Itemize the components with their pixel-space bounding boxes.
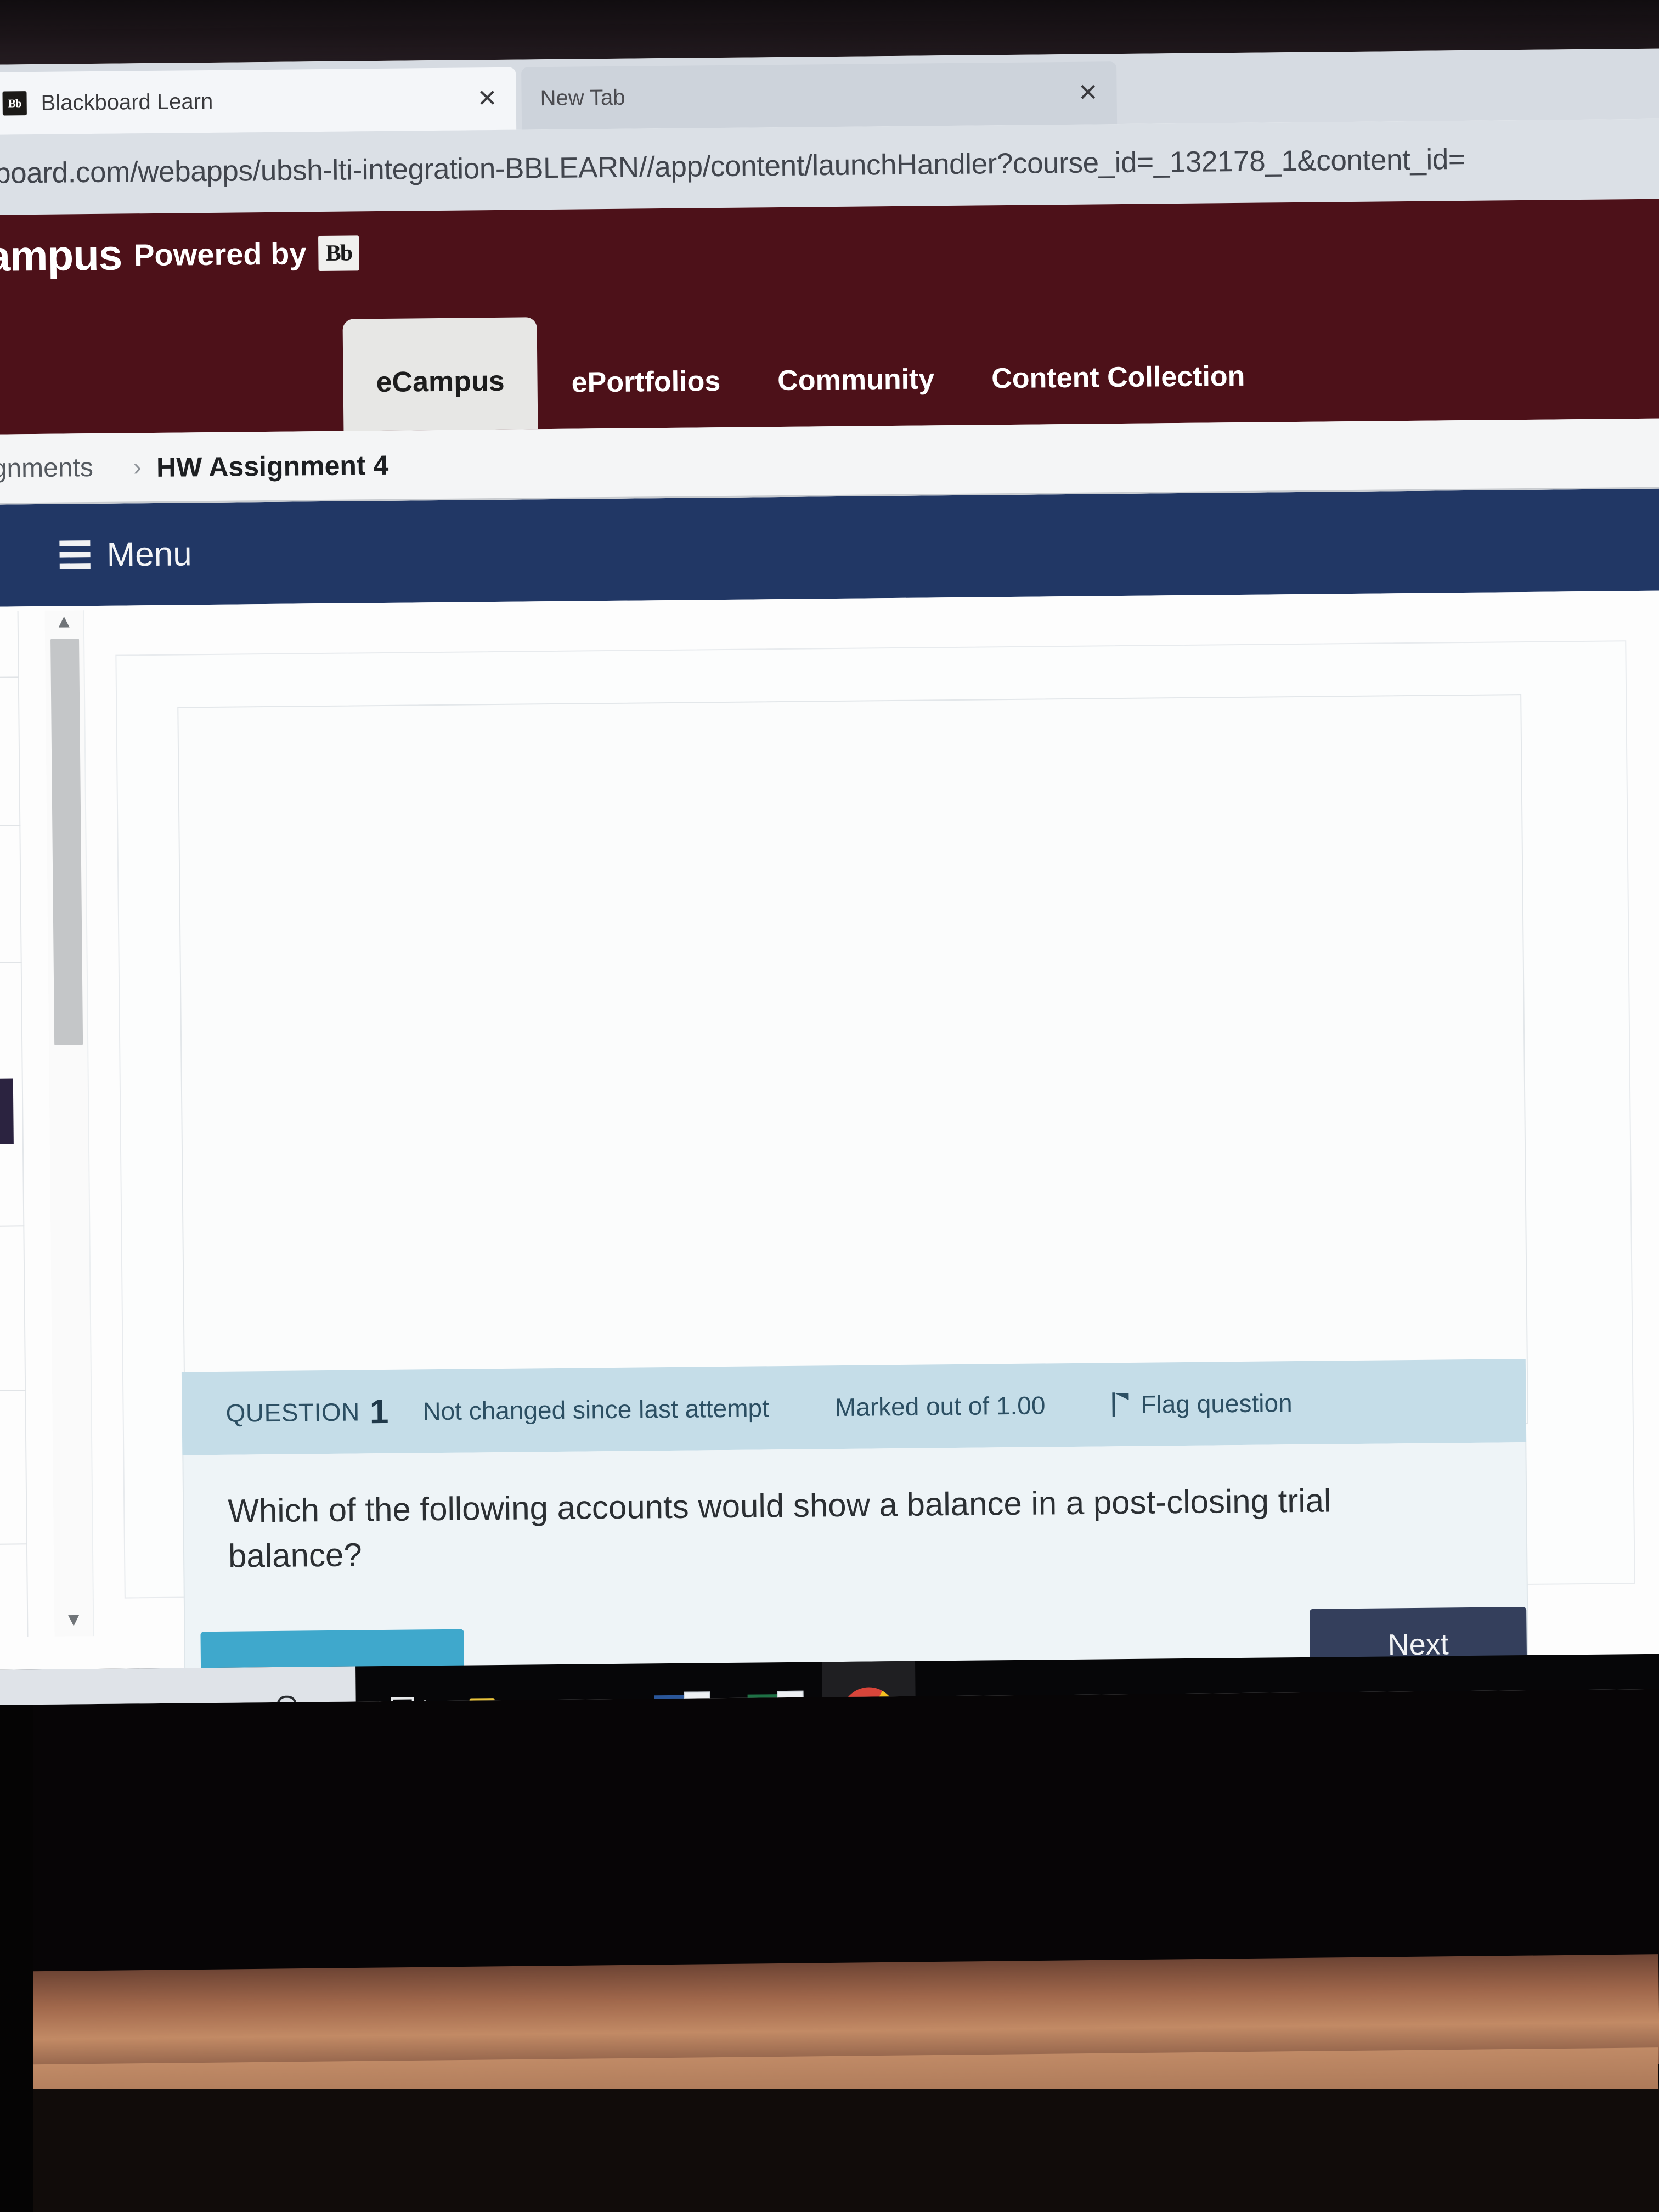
question-header: QUESTION 1 Not changed since last attemp… bbox=[181, 1359, 1527, 1455]
scroll-down-icon[interactable]: ▼ bbox=[54, 1609, 93, 1631]
menu-button-label: Menu bbox=[106, 534, 192, 574]
blackboard-brand: campus Powered by Bb bbox=[0, 228, 359, 281]
background-navy-block bbox=[0, 1078, 14, 1144]
browser-tab-blackboard[interactable]: Bb Blackboard Learn ✕ bbox=[0, 67, 517, 135]
frame-scrollbar[interactable]: ▲ ▼ bbox=[44, 610, 94, 1637]
blackboard-nav-tabs: eCampus ePortfolios Community Content Co… bbox=[342, 310, 1274, 431]
laptop-body bbox=[0, 1705, 1659, 2212]
word-glyph: W bbox=[654, 1695, 685, 1705]
breadcrumb-item-current: HW Assignment 4 bbox=[156, 449, 389, 483]
tab-eportfolios[interactable]: ePortfolios bbox=[543, 365, 749, 430]
excel-glyph: X bbox=[747, 1694, 778, 1705]
blackboard-logo-icon: Bb bbox=[318, 235, 359, 271]
tab-ecampus[interactable]: eCampus bbox=[342, 317, 538, 431]
quiz-page: ▲ ▼ QUESTION 1 Not changed since last at… bbox=[0, 590, 1659, 1671]
address-bar-url[interactable]: ckboard.com/webapps/ubsh-lti-integration… bbox=[0, 143, 1465, 190]
hamburger-icon[interactable] bbox=[59, 540, 91, 569]
taskbar-item-word[interactable]: W bbox=[635, 1663, 730, 1705]
course-menu-bar[interactable]: Menu bbox=[0, 488, 1659, 607]
quiz-frame-inner bbox=[177, 694, 1528, 1437]
taskbar-item-chrome[interactable] bbox=[822, 1661, 916, 1705]
close-icon[interactable]: ✕ bbox=[1077, 79, 1098, 106]
taskbar-item-internet-explorer[interactable]: e bbox=[542, 1664, 636, 1705]
powered-by-label: Powered by bbox=[133, 236, 307, 273]
breadcrumb-item-assignments[interactable]: ssignments bbox=[0, 453, 93, 484]
tab-content-collection[interactable]: Content Collection bbox=[963, 359, 1274, 425]
question-marks: Marked out of 1.00 bbox=[834, 1391, 1046, 1422]
question-state: Not changed since last attempt bbox=[422, 1393, 770, 1426]
close-icon[interactable]: ✕ bbox=[477, 85, 498, 112]
flag-question-label: Flag question bbox=[1141, 1389, 1293, 1419]
browser-tab-new-tab[interactable]: New Tab ✕ bbox=[521, 61, 1118, 130]
tab-community[interactable]: Community bbox=[749, 363, 963, 427]
internet-explorer-icon[interactable]: e bbox=[576, 1687, 602, 1705]
excel-icon[interactable]: X bbox=[747, 1690, 804, 1705]
word-icon[interactable]: W bbox=[654, 1691, 711, 1705]
question-label: QUESTION bbox=[225, 1397, 360, 1427]
browser-tab-title: New Tab bbox=[540, 85, 625, 110]
blackboard-header: campus Powered by Bb eCampus ePortfolios… bbox=[0, 199, 1659, 435]
taskbar-item-excel[interactable]: X bbox=[729, 1662, 823, 1705]
scroll-up-icon[interactable]: ▲ bbox=[45, 610, 83, 633]
taskbar-item-file-explorer[interactable] bbox=[449, 1664, 543, 1705]
file-explorer-icon[interactable] bbox=[469, 1698, 523, 1705]
question-number: 1 bbox=[369, 1392, 389, 1431]
background-page-column bbox=[0, 611, 29, 1637]
brand-name: campus bbox=[0, 230, 122, 281]
flag-question-button[interactable]: Flag question bbox=[1111, 1388, 1293, 1419]
blackboard-favicon: Bb bbox=[2, 91, 27, 116]
microphone-icon[interactable] bbox=[274, 1696, 296, 1705]
laptop-deck-shadow bbox=[0, 2089, 1659, 2212]
laptop-left-shadow bbox=[0, 1705, 33, 2212]
laptop-screen: Bb Blackboard Learn ✕ New Tab ✕ + ckboar… bbox=[0, 48, 1659, 1705]
flag-icon bbox=[1111, 1392, 1130, 1417]
browser-tab-title: Blackboard Learn bbox=[41, 89, 213, 115]
question-text: Which of the following accounts would sh… bbox=[228, 1482, 1331, 1575]
taskbar-item-task-view[interactable] bbox=[356, 1666, 450, 1705]
laptop-photo: Bb Blackboard Learn ✕ New Tab ✕ + ckboar… bbox=[0, 0, 1659, 2212]
taskbar-search-area[interactable] bbox=[0, 1666, 357, 1705]
breadcrumb-separator-icon: › bbox=[133, 453, 142, 481]
task-view-icon[interactable] bbox=[379, 1697, 427, 1705]
chrome-icon[interactable] bbox=[841, 1686, 897, 1705]
browser-omnibox[interactable]: ckboard.com/webapps/ubsh-lti-integration… bbox=[0, 119, 1659, 215]
scrollbar-thumb[interactable] bbox=[50, 639, 83, 1045]
